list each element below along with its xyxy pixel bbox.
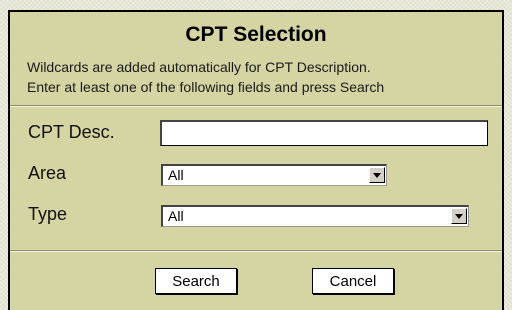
cpt-selection-panel: CPT Selection Wildcards are added automa… xyxy=(8,10,504,310)
chevron-down-icon[interactable] xyxy=(451,208,467,224)
divider-top xyxy=(10,105,502,107)
cpt-desc-label: CPT Desc. xyxy=(28,122,115,142)
search-button[interactable]: Search xyxy=(155,268,237,294)
cancel-button[interactable]: Cancel xyxy=(312,268,394,294)
type-select-value: All xyxy=(168,208,184,224)
page-title: CPT Selection xyxy=(185,23,327,46)
instruction-line-1: Wildcards are added automatically for CP… xyxy=(27,59,371,75)
area-label: Area xyxy=(28,163,67,183)
area-select[interactable]: All xyxy=(161,164,387,186)
type-select[interactable]: All xyxy=(161,205,469,227)
chevron-down-icon[interactable] xyxy=(369,167,385,183)
cpt-desc-input[interactable] xyxy=(160,120,488,146)
divider-bottom xyxy=(10,250,502,252)
area-select-value: All xyxy=(168,167,184,183)
type-label: Type xyxy=(28,204,68,224)
instruction-line-2: Enter at least one of the following fiel… xyxy=(27,79,385,95)
